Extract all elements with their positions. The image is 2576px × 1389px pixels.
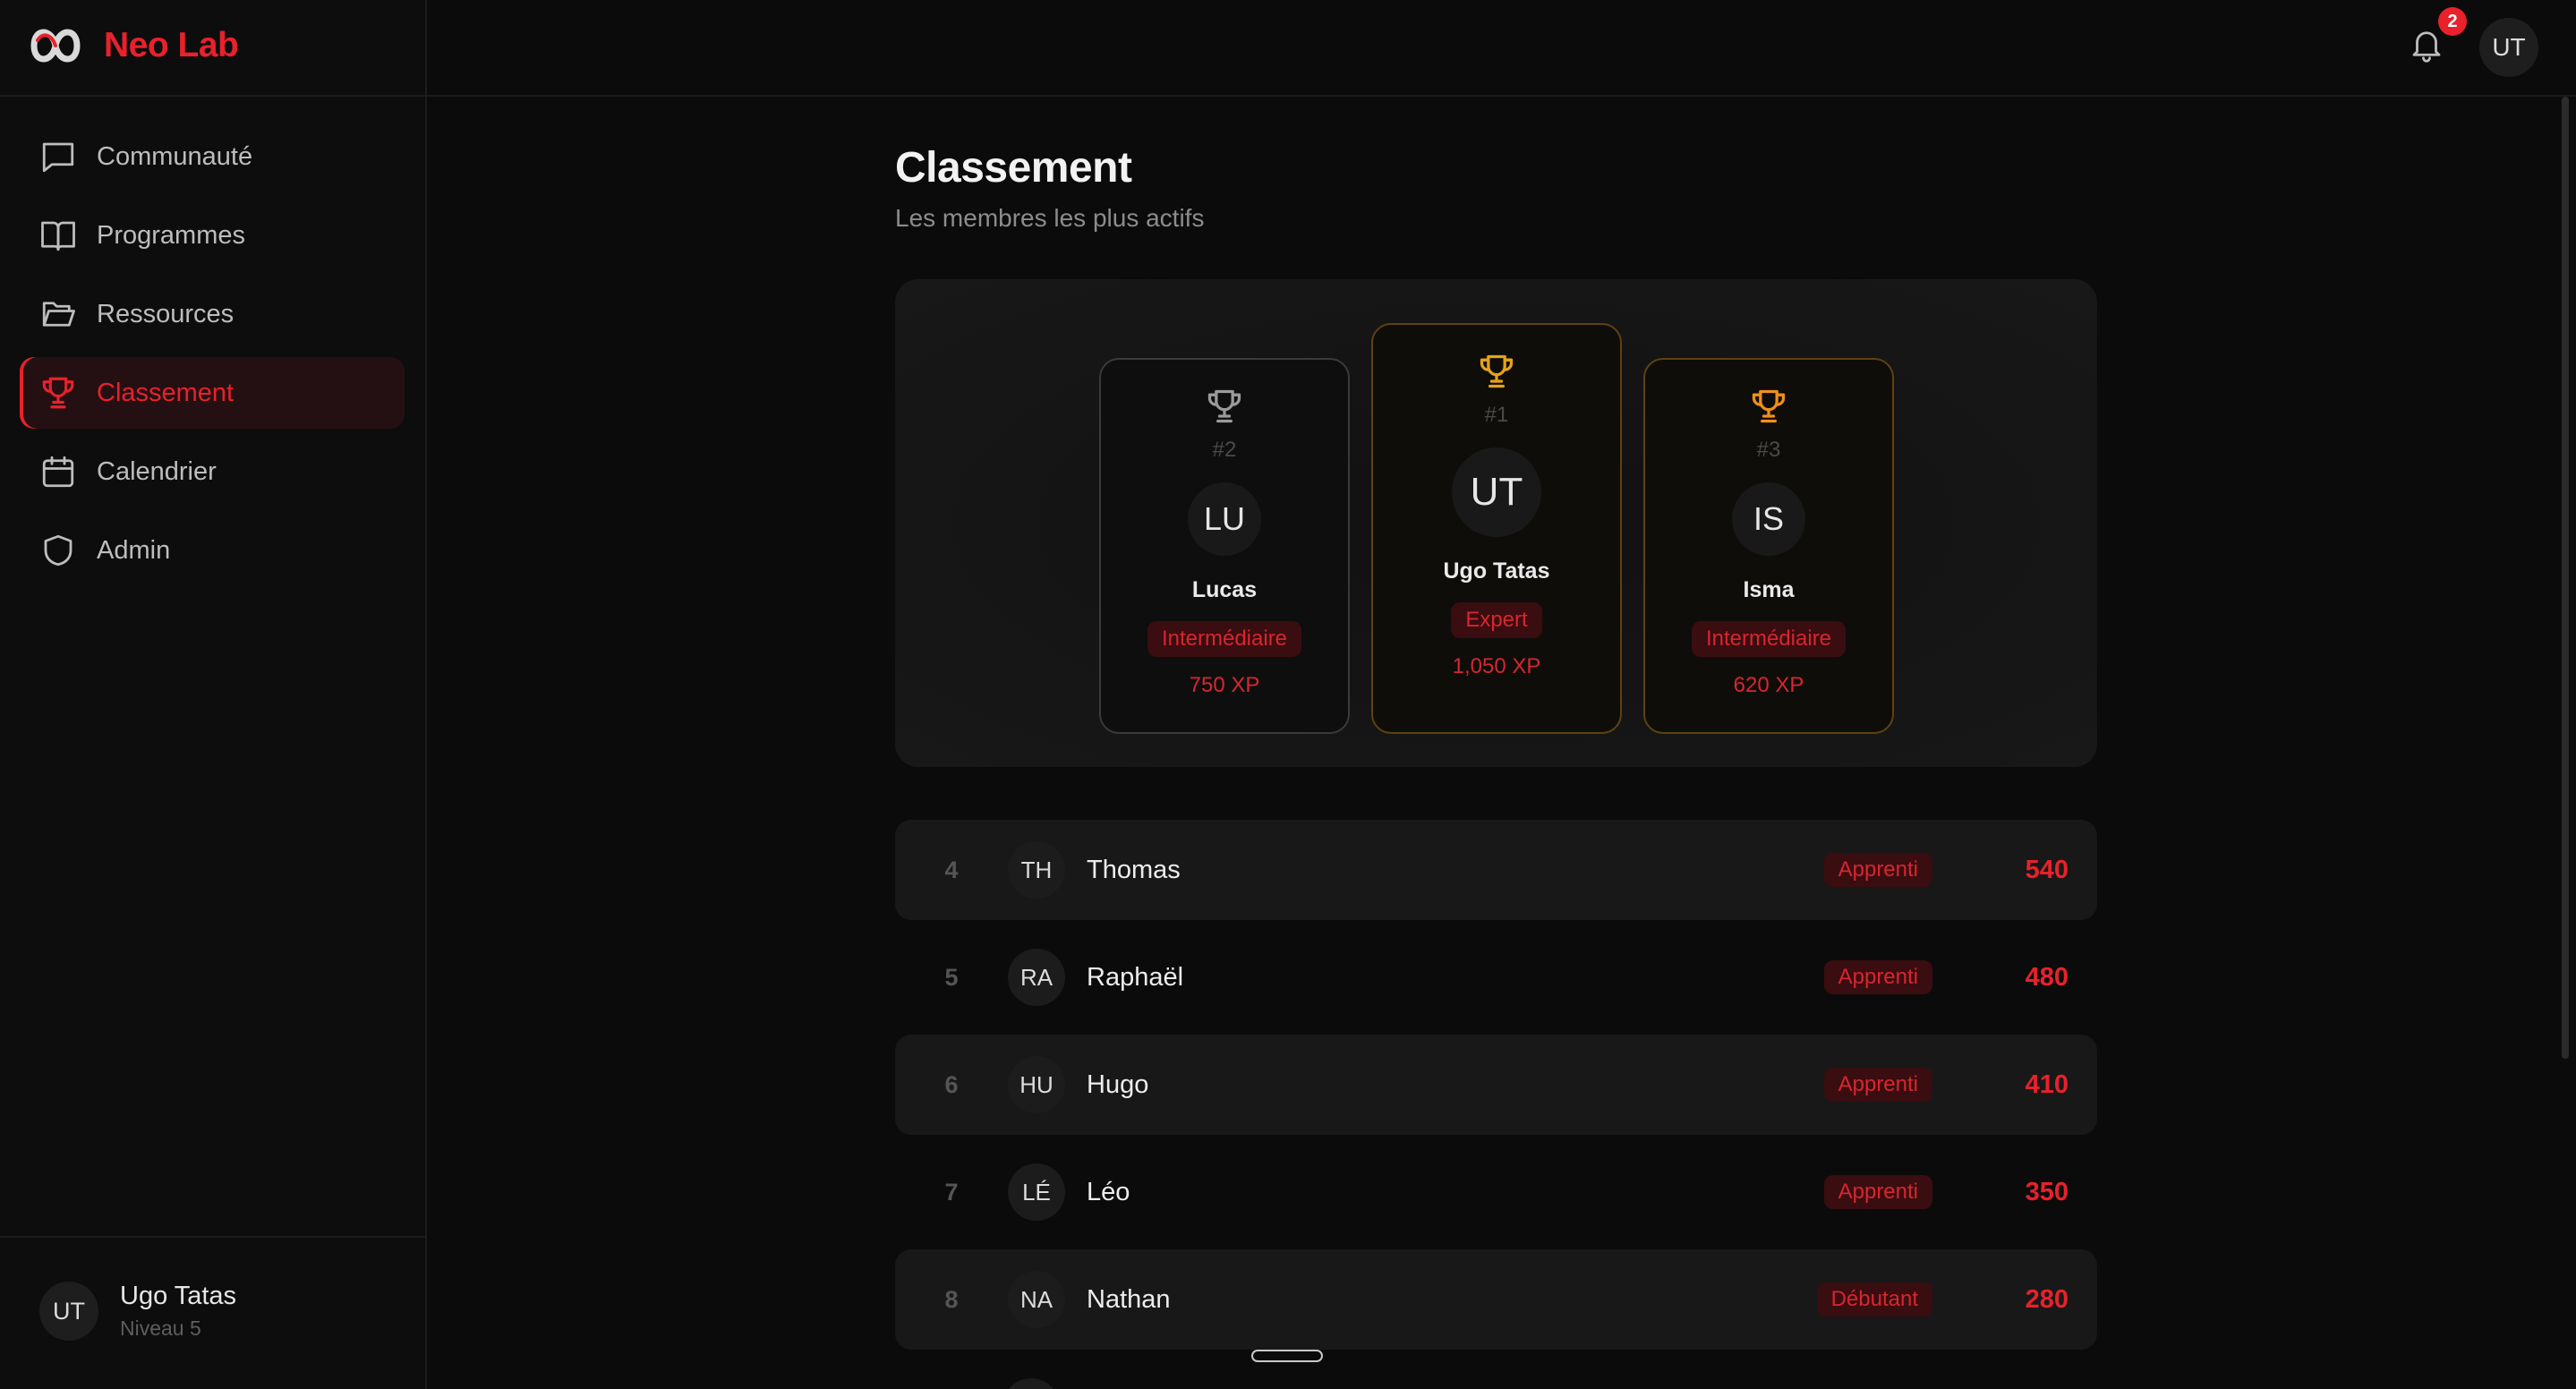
trophy-icon (1205, 387, 1244, 430)
shield-icon (39, 532, 77, 569)
avatar: LÉ (1008, 1163, 1065, 1221)
divider (427, 95, 2576, 97)
page-title: Classement (895, 144, 1132, 192)
level-badge: Apprenti (1823, 960, 1932, 994)
user-info: Ugo Tatas Niveau 5 (120, 1282, 236, 1341)
rank-number: 8 (944, 1285, 959, 1313)
user-avatar-button[interactable]: UT (2479, 18, 2538, 77)
podium-xp: 620 XP (1733, 673, 1804, 697)
sidebar: Neo Lab Communauté Programmes Ressources… (0, 0, 427, 1389)
sidebar-item-label: Classement (97, 378, 235, 407)
level-badge: Apprenti (1823, 1068, 1932, 1102)
trophy-icon (1749, 387, 1788, 430)
member-name: Hugo (1087, 1069, 1149, 1099)
podium-card-first[interactable]: #1 UT Ugo Tatas Expert 1,050 XP (1371, 323, 1622, 734)
level-badge: Intermédiaire (1691, 621, 1847, 657)
member-name: Raphaël (1087, 962, 1184, 992)
podium-card-second[interactable]: #2 LU Lucas Intermédiaire 750 XP (1099, 358, 1350, 734)
folder-open-icon (39, 295, 77, 333)
divider (0, 95, 427, 97)
rank-number: 6 (944, 1070, 959, 1098)
member-name: Nathan (1087, 1284, 1171, 1314)
level-badge: Expert (1451, 602, 1542, 638)
ranking-list: 4 TH Thomas Apprenti 540 5 RA Raphaël Ap… (895, 820, 2097, 1357)
sidebar-item-label: Ressources (97, 299, 235, 328)
avatar: HU (1008, 1056, 1065, 1113)
user-name: Ugo Tatas (120, 1282, 237, 1310)
podium-name: Lucas (1191, 577, 1258, 602)
sidebar-item-classement[interactable]: Classement (20, 357, 405, 429)
sidebar-item-label: Calendrier (97, 456, 217, 486)
page-subtitle: Les membres les plus actifs (895, 204, 1205, 232)
neo-lab-logo (30, 29, 81, 63)
app-root: Neo Lab Communauté Programmes Ressources… (0, 0, 2576, 1389)
podium-rank: #3 (1756, 438, 1781, 462)
avatar: LU (1188, 482, 1261, 556)
level-badge: Apprenti (1823, 1175, 1932, 1209)
trophy-icon (39, 374, 77, 412)
message-square-icon (39, 138, 77, 175)
podium-rank: #1 (1484, 403, 1509, 427)
avatar: UT (39, 1282, 98, 1341)
table-row[interactable]: 4 TH Thomas Apprenti 540 (895, 820, 2097, 920)
avatar: NA (1008, 1271, 1065, 1328)
trophy-icon (1477, 352, 1516, 396)
avatar: RA (1008, 949, 1065, 1006)
divider (0, 1236, 427, 1238)
rank-number: 7 (944, 1178, 959, 1206)
table-row[interactable]: 6 HU Hugo Apprenti 410 (895, 1035, 2097, 1135)
calendar-icon (39, 453, 77, 490)
sidebar-item-ressources[interactable]: Ressources (20, 278, 405, 350)
level-badge: Débutant (1816, 1282, 1932, 1317)
book-open-icon (39, 217, 77, 254)
member-xp: 350 (2025, 1177, 2068, 1206)
brand-name: Neo Lab (104, 26, 239, 64)
scroll-indicator (1251, 1350, 1323, 1362)
avatar: TH (1008, 841, 1065, 899)
member-xp: 410 (2025, 1069, 2068, 1099)
member-name: Thomas (1087, 855, 1181, 884)
podium-rank: #2 (1212, 438, 1237, 462)
scrollbar[interactable] (2562, 97, 2569, 1059)
podium-name: Isma (1743, 577, 1795, 602)
sidebar-user-profile[interactable]: UT Ugo Tatas Niveau 5 (39, 1282, 236, 1341)
podium-name: Ugo Tatas (1443, 558, 1550, 584)
level-badge: Apprenti (1823, 853, 1932, 887)
sidebar-item-label: Admin (97, 535, 171, 565)
table-row[interactable]: 5 RA Raphaël Apprenti 480 (895, 927, 2097, 1027)
user-level: Niveau 5 (120, 1317, 201, 1340)
avatar (1002, 1378, 1060, 1389)
sidebar-item-label: Programmes (97, 220, 245, 250)
podium-xp: 750 XP (1189, 673, 1260, 697)
sidebar-nav: Communauté Programmes Ressources Classem… (20, 121, 405, 593)
sidebar-item-programmes[interactable]: Programmes (20, 200, 405, 271)
brand[interactable]: Neo Lab (25, 16, 239, 75)
notification-count-badge: 2 (2438, 7, 2467, 36)
sidebar-item-communaute[interactable]: Communauté (20, 121, 405, 192)
member-xp: 480 (2025, 962, 2068, 992)
sidebar-item-calendrier[interactable]: Calendrier (20, 436, 405, 507)
level-badge: Intermédiaire (1147, 621, 1302, 657)
member-xp: 280 (2025, 1284, 2068, 1314)
avatar: UT (1452, 447, 1541, 537)
member-name: Léo (1087, 1177, 1130, 1206)
rank-number: 5 (944, 963, 959, 991)
sidebar-item-admin[interactable]: Admin (20, 515, 405, 586)
table-row[interactable]: 7 LÉ Léo Apprenti 350 (895, 1142, 2097, 1242)
sidebar-item-label: Communauté (97, 141, 253, 171)
rank-number: 4 (944, 856, 959, 883)
bell-icon (2412, 31, 2441, 63)
avatar: IS (1732, 482, 1805, 556)
table-row[interactable]: 8 NA Nathan Débutant 280 (895, 1249, 2097, 1350)
member-xp: 540 (2025, 855, 2068, 884)
podium-card-third[interactable]: #3 IS Isma Intermédiaire 620 XP (1643, 358, 1894, 734)
podium-xp: 1,050 XP (1452, 654, 1541, 678)
